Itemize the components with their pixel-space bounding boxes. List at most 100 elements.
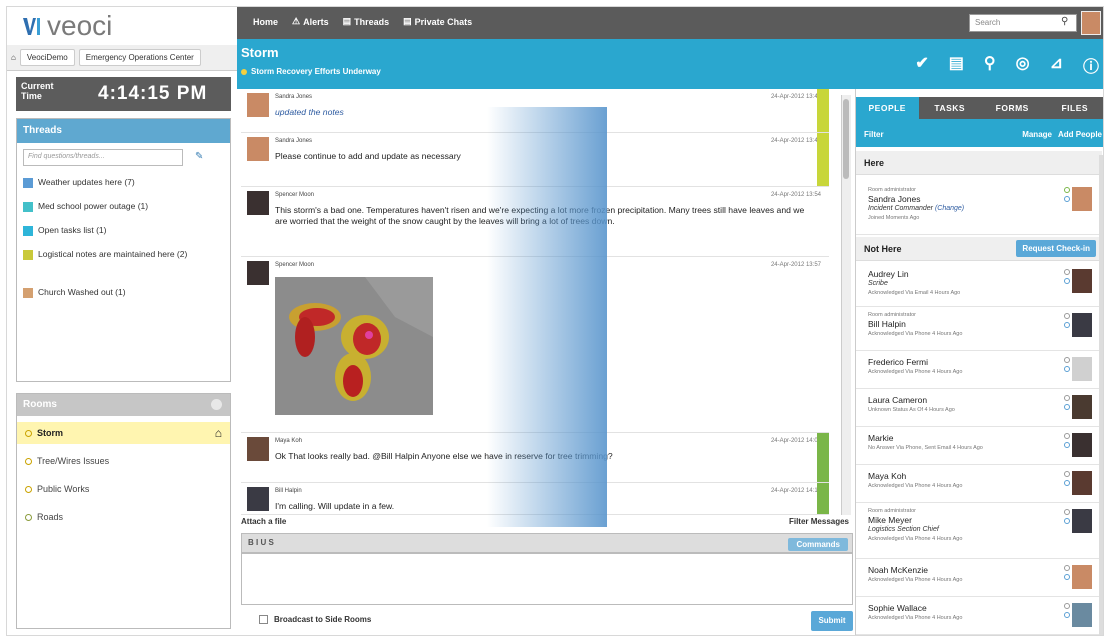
person-item[interactable]: Noah McKenzie Acknowledged Via Phone 4 Ho… [856,559,1102,597]
breadcrumb-item[interactable]: VeociDemo [19,49,75,66]
submit-button[interactable]: Submit [811,611,853,631]
tab-people[interactable]: PEOPLE [856,97,919,119]
message-flag [817,133,829,186]
tab-forms[interactable]: FORMS [981,97,1044,119]
dashboard-icon[interactable]: ◎ [1016,53,1030,77]
info-icon[interactable]: ⓘ [1083,53,1099,77]
person-status: Acknowledged Via Phone 4 Hours Ago [868,615,963,621]
thread-color-swatch [23,288,33,298]
presence-icon [1064,187,1070,193]
chart-icon[interactable]: ⊿ [1050,53,1063,77]
message-avatar[interactable] [247,437,269,461]
nav-alerts[interactable]: ⚠ Alerts [292,16,329,27]
top-nav: Home ⚠ Alerts ▤ Threads ▤ Private Chats [253,16,472,27]
room-toolbar: ✔ ▤ ⚲ ◎ ⊿ ⓘ [915,53,1099,77]
thread-item[interactable]: Weather updates here (7) [23,177,223,188]
message-time: 24-Apr-2012 13:43 [770,138,821,144]
presence-icon [1064,357,1070,363]
message-author[interactable]: Sandra Jones [275,138,312,144]
person-item[interactable]: Laura Cameron Unknown Status As Of 4 Hour… [856,389,1102,427]
room-subtitle-text: Storm Recovery Efforts Underway [251,67,381,76]
person-item[interactable]: Maya Koh Acknowledged Via Phone 4 Hours A… [856,465,1102,503]
phone-icon [1064,196,1070,202]
change-link[interactable]: (Change) [935,205,964,212]
filter-messages-link[interactable]: Filter Messages [789,517,849,526]
message-avatar[interactable] [247,487,269,511]
thread-item[interactable]: Logistical notes are maintained here (2) [23,249,223,260]
threads-search-input[interactable]: Find questions/threads... [23,149,183,166]
person-avatar [1072,313,1092,337]
breadcrumb-item[interactable]: Emergency Operations Center [78,49,201,66]
room-item-3[interactable]: Roads [17,506,230,528]
thread-item[interactable]: Med school power outage (1) [23,201,223,212]
thread-item[interactable]: Open tasks list (1) [23,225,223,236]
person-status: Acknowledged Via Email 4 Hours Ago [868,290,961,296]
person-name: Maya Koh [868,471,907,481]
gear-icon[interactable] [211,399,222,410]
user-avatar[interactable] [1081,11,1101,35]
broadcast-checkbox[interactable] [259,615,268,624]
room-item-2[interactable]: Public Works [17,478,230,500]
logo-text: veoci [47,10,113,41]
message-avatar[interactable] [247,261,269,285]
person-item[interactable]: Sophie Wallace Acknowledged Via Phone 4 H… [856,597,1102,635]
attach-file-link[interactable]: Attach a file [241,517,853,531]
message-author[interactable]: Spencer Moon [275,192,314,198]
room-item-1[interactable]: Tree/Wires Issues [17,450,230,472]
person-status: Acknowledged Via Phone 4 Hours Ago [868,331,963,337]
person-item[interactable]: Room administrator Sandra Jones Incident C… [856,177,1102,235]
broadcast-label: Broadcast to Side Rooms [274,615,372,624]
message-author[interactable]: Bill Halpin [275,488,302,494]
threads-panel: Threads Find questions/threads... ✎ Weat… [16,118,231,382]
message-avatar[interactable] [247,191,269,215]
message-avatar[interactable] [247,137,269,161]
search-icon[interactable]: ⚲ [1061,16,1075,30]
document-icon[interactable]: ▤ [949,53,964,77]
add-people-link[interactable]: Add People [1058,130,1102,139]
person-role: Room administrator [868,312,916,318]
scrollbar-thumb[interactable] [843,99,849,179]
home-icon[interactable]: ⌂ [11,53,16,62]
thread-item[interactable]: Church Washed out (1) [23,287,223,298]
request-checkin-button[interactable]: Request Check-in [1016,240,1096,257]
message-editor[interactable] [241,553,853,605]
presence-icon [1064,603,1070,609]
map-pin-icon[interactable]: ⚲ [984,53,996,77]
message-author[interactable]: Maya Koh [275,438,302,444]
message-avatar[interactable] [247,93,269,117]
nav-threads[interactable]: ▤ Threads [343,16,390,27]
radar-image[interactable] [275,277,433,415]
broadcast-option[interactable]: Broadcast to Side Rooms [259,615,371,624]
compose-bar: Broadcast to Side Rooms Submit [241,609,853,633]
person-item[interactable]: Frederico Fermi Acknowledged Via Phone 4 … [856,351,1102,389]
person-avatar [1072,509,1092,533]
message-author[interactable]: Spencer Moon [275,262,314,268]
thread-color-swatch [23,250,33,260]
presence-icon [1064,565,1070,571]
person-item[interactable]: Room administrator Mike Meyer Logistics Se… [856,503,1102,559]
message-author[interactable]: Sandra Jones [275,94,312,100]
person-status: Acknowledged Via Phone 4 Hours Ago [868,369,963,375]
person-item[interactable]: Room administrator Bill Halpin Acknowledge… [856,307,1102,351]
checkmark-icon[interactable]: ✔ [915,53,928,77]
new-thread-icon[interactable]: ✎ [195,151,203,162]
room-item-0[interactable]: Storm ⌂ [17,422,230,444]
panel-scrollbar[interactable] [1099,155,1103,635]
nav-home[interactable]: Home [253,16,278,27]
room-status-icon [25,457,32,465]
manage-link[interactable]: Manage [1022,130,1052,139]
person-title: Incident Commander (Change) [868,205,964,212]
filter-link[interactable]: Filter [864,130,884,139]
person-item[interactable]: Audrey Lin Scribe Acknowledged Via Email 4… [856,263,1102,307]
person-status: Joined Moments Ago [868,215,920,221]
here-section-title: Here [856,151,1102,175]
person-item[interactable]: Markie No Answer Via Phone, Sent Email 4 … [856,427,1102,465]
tab-files[interactable]: FILES [1044,97,1104,119]
nav-private-chats[interactable]: ▤ Private Chats [403,16,472,27]
thread-color-swatch [23,202,33,212]
commands-button[interactable]: Commands [788,538,848,551]
person-status: Unknown Status As Of 4 Hours Ago [868,407,955,413]
tab-tasks[interactable]: TASKS [919,97,982,119]
person-title-text: Incident Commander [868,205,933,212]
format-bold-icon[interactable]: B I U S [248,538,274,547]
